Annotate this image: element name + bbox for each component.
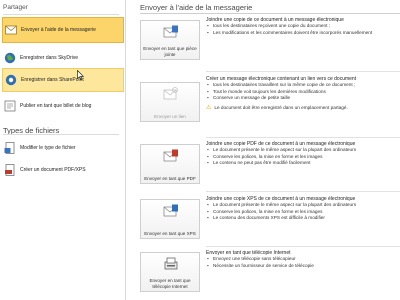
- send-as-xps-button[interactable]: Envoyer en tant que XPS: [140, 199, 200, 239]
- divider: [3, 134, 119, 135]
- share-item-label: Enregistrer dans SkyDrive: [20, 55, 79, 61]
- option-internet-fax: Envoyer en tant que télécopie Internet E…: [136, 250, 400, 298]
- link-icon: [163, 87, 179, 101]
- divider: [206, 71, 400, 72]
- list-item: Conserve un message de petite taille: [206, 95, 400, 101]
- globe-icon: [4, 52, 16, 64]
- list-item: Nécessite un fournisseur de service de t…: [206, 263, 400, 269]
- option-description: Joindre une copie PDF de ce document à u…: [206, 141, 400, 166]
- share-item-label: Envoyer à l'aide de la messagerie: [21, 27, 96, 33]
- list-item: Les modifications et les commentaires do…: [206, 30, 400, 36]
- change-file-type-icon: [4, 142, 16, 154]
- type-item-create-pdf-xps[interactable]: Créer un document PDF/XPS: [2, 161, 124, 179]
- xps-icon: [163, 204, 179, 218]
- option-description: Envoyer en tant que télécopie Internet E…: [206, 250, 400, 269]
- bullet-list: Le document présente le même aspect sur …: [206, 202, 400, 221]
- left-panel: Partager Envoyer à l'aide de la messager…: [0, 0, 126, 300]
- option-description: Joindre une copie XPS de ce document à u…: [206, 196, 400, 221]
- divider: [3, 14, 119, 15]
- option-pdf: Envoyer en tant que PDF Joindre une copi…: [136, 141, 400, 191]
- type-item-label: Modifier le type de fichier: [20, 145, 76, 151]
- share-item-label: Publier en tant que billet de blog: [20, 103, 92, 109]
- share-item-email[interactable]: Envoyer à l'aide de la messagerie: [2, 17, 124, 43]
- divider: [206, 246, 400, 247]
- button-label: Envoyer un lien: [154, 113, 186, 119]
- attachment-icon: [163, 25, 179, 39]
- share-section-title: Partager: [3, 4, 28, 11]
- share-item-blog[interactable]: Publier en tant que billet de blog: [2, 96, 124, 116]
- option-attachment: Envoyer en tant que pièce jointe Joindre…: [136, 17, 400, 67]
- type-item-label: Créer un document PDF/XPS: [20, 167, 86, 173]
- fax-icon: [163, 257, 179, 271]
- share-item-label: Enregistrer dans SharePoint: [21, 77, 84, 83]
- divider: [206, 191, 400, 192]
- send-as-attachment-button[interactable]: Envoyer en tant que pièce jointe: [140, 20, 200, 60]
- send-as-pdf-button[interactable]: Envoyer en tant que PDF: [140, 144, 200, 184]
- pdf-xps-document-icon: [4, 164, 16, 176]
- warning-message: ⚠ Le document doit être enregistré dans …: [206, 104, 400, 111]
- warning-icon: ⚠: [206, 105, 212, 112]
- option-xps: Envoyer en tant que XPS Joindre une copi…: [136, 196, 400, 246]
- bullet-list: Le document présente le même aspect sur …: [206, 147, 400, 166]
- send-as-internet-fax-button[interactable]: Envoyer en tant que télécopie Internet: [140, 252, 200, 292]
- blog-post-icon: [4, 100, 16, 112]
- option-send-link: Envoyer un lien Créer un message électro…: [136, 76, 400, 136]
- page-title: Envoyer à l'aide de la messagerie: [140, 3, 253, 12]
- button-label: Envoyer en tant que pièce jointe: [143, 46, 197, 57]
- divider: [206, 137, 400, 138]
- button-label: Envoyer en tant que télécopie Internet: [149, 278, 191, 289]
- bullet-list: tous les destinataires reçoivent une cop…: [206, 23, 400, 36]
- list-item: Le contenu ne peut pas être modifié faci…: [206, 160, 400, 166]
- list-item: Le contenu des documents XPS est diffici…: [206, 215, 400, 221]
- type-item-change-file-type[interactable]: Modifier le type de fichier: [2, 139, 124, 157]
- share-item-sharepoint[interactable]: Enregistrer dans SharePoint: [2, 68, 124, 92]
- main-panel: Envoyer à l'aide de la messagerie Envoye…: [136, 0, 400, 300]
- button-label: Envoyer en tant que PDF: [144, 175, 196, 181]
- sharepoint-icon: [5, 74, 17, 86]
- bullet-list: Envoyez une télécopie sans télécopieur N…: [206, 256, 400, 269]
- button-label: Envoyer en tant que XPS: [144, 230, 196, 236]
- email-envelope-icon: [5, 24, 17, 36]
- bullet-list: tous les destinataires travaillent sur l…: [206, 82, 400, 101]
- divider: [140, 13, 400, 14]
- warning-text: Le document doit être enregistré dans un…: [214, 105, 348, 111]
- option-description: Joindre une copie de ce document à un me…: [206, 17, 400, 36]
- send-link-button[interactable]: Envoyer un lien: [140, 82, 200, 122]
- share-item-skydrive[interactable]: Enregistrer dans SkyDrive: [2, 47, 124, 69]
- pdf-icon: [163, 149, 179, 163]
- mouse-cursor-icon: [77, 70, 84, 80]
- option-description: Créer un message électronique contenant …: [206, 76, 400, 111]
